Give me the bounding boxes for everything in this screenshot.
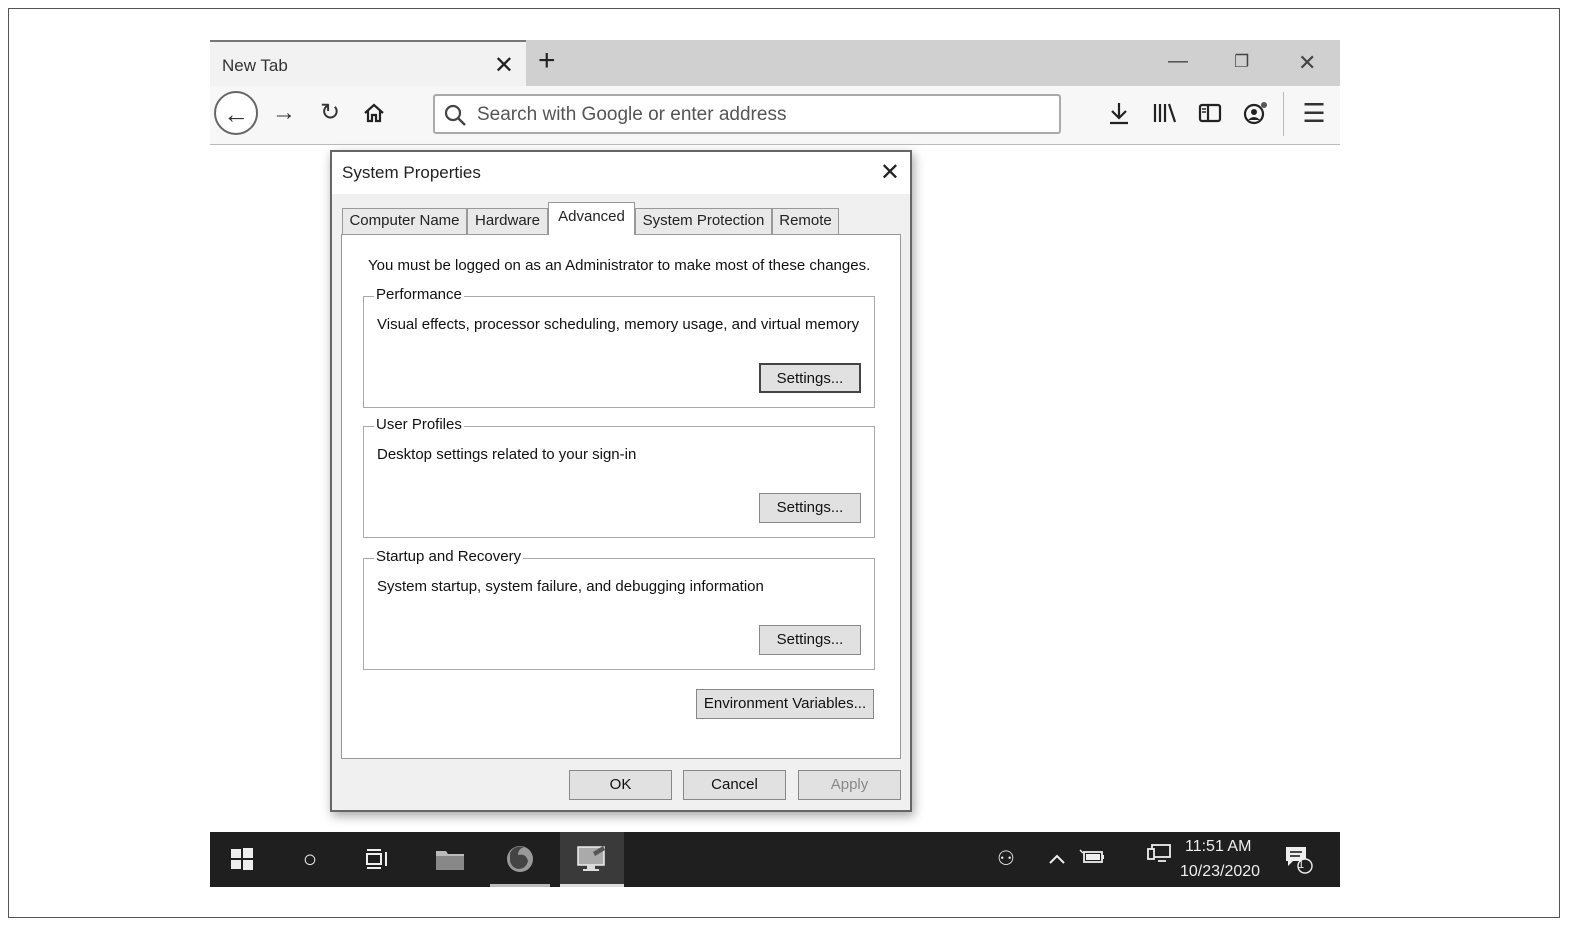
search-icon [444,104,466,126]
user-profiles-group: User Profiles Desktop settings related t… [363,416,875,538]
plus-icon[interactable]: + [538,44,556,78]
ok-button[interactable]: OK [569,770,672,800]
tab-computer-name[interactable]: Computer Name [342,208,467,234]
address-bar[interactable] [433,94,1061,134]
firefox-icon[interactable] [490,832,550,887]
group-label: User Profiles [374,416,464,433]
taskbar: ○ ⚇ 11:51 AM 10/23/2020 1 [210,832,1340,887]
group-description: System startup, system failure, and debu… [377,578,764,595]
tab-hardware[interactable]: Hardware [467,208,548,234]
tab-system-protection[interactable]: System Protection [635,208,772,234]
menu-icon[interactable]: ☰ [1296,94,1332,132]
startup-recovery-settings-button[interactable]: Settings... [759,625,861,655]
close-icon[interactable]: ✕ [1298,50,1316,76]
restore-icon[interactable]: ❐ [1234,52,1249,72]
people-icon[interactable]: ⚇ [990,832,1022,887]
system-properties-dialog: System Properties ✕ Computer Name Hardwa… [330,150,912,812]
download-icon[interactable] [1101,94,1137,132]
address-input[interactable] [475,96,1049,134]
advanced-tab-panel: You must be logged on as an Administrato… [341,234,901,759]
network-icon[interactable] [1143,832,1175,887]
close-icon[interactable]: ✕ [880,158,900,187]
dialog-title: System Properties [342,163,481,182]
home-icon[interactable] [354,93,394,133]
account-icon[interactable] [1238,94,1274,132]
cancel-button[interactable]: Cancel [683,770,786,800]
system-properties-icon[interactable] [560,832,624,887]
reload-icon[interactable]: ↻ [310,93,350,133]
environment-variables-button[interactable]: Environment Variables... [696,689,874,719]
cortana-circle-icon[interactable]: ○ [280,832,340,887]
performance-group: Performance Visual effects, processor sc… [363,286,875,408]
back-arrow-icon[interactable]: ← [214,91,258,135]
minimize-icon[interactable]: — [1168,50,1188,73]
tab-new-tab[interactable]: New Tab ✕ [210,40,526,86]
performance-settings-button[interactable]: Settings... [759,363,861,393]
close-icon[interactable]: ✕ [494,51,514,80]
startup-recovery-group: Startup and Recovery System startup, sys… [363,548,875,670]
toolbar-separator [1283,92,1284,136]
user-profiles-settings-button[interactable]: Settings... [759,493,861,523]
file-explorer-icon[interactable] [420,832,480,887]
apply-button[interactable]: Apply [798,770,901,800]
notification-icon[interactable]: 1 [1278,832,1318,887]
chevron-up-icon[interactable] [1044,832,1070,887]
dialog-titlebar[interactable]: System Properties ✕ [332,152,910,194]
library-icon[interactable] [1147,94,1183,132]
group-description: Desktop settings related to your sign-in [377,446,637,463]
admin-note: You must be logged on as an Administrato… [368,257,871,274]
forward-arrow-icon[interactable]: → [264,93,304,133]
group-label: Startup and Recovery [374,548,524,565]
sidebar-icon[interactable] [1192,94,1228,132]
tab-bar: New Tab ✕ + — ❐ ✕ [210,40,1340,86]
tab-advanced[interactable]: Advanced [548,202,635,235]
clock-date[interactable]: 10/23/2020 [1180,863,1260,881]
tab-title: New Tab [222,56,288,75]
notification-badge: 1 [1297,859,1305,871]
battery-icon[interactable] [1076,832,1108,887]
clock-time[interactable]: 11:51 AM [1185,838,1251,856]
task-view-icon[interactable] [348,832,408,887]
nav-toolbar: ← → ↻ ☰ [210,86,1340,145]
group-label: Performance [374,286,464,303]
group-description: Visual effects, processor scheduling, me… [377,316,860,333]
tab-remote[interactable]: Remote [772,208,839,234]
windows-logo-icon[interactable] [212,832,272,887]
